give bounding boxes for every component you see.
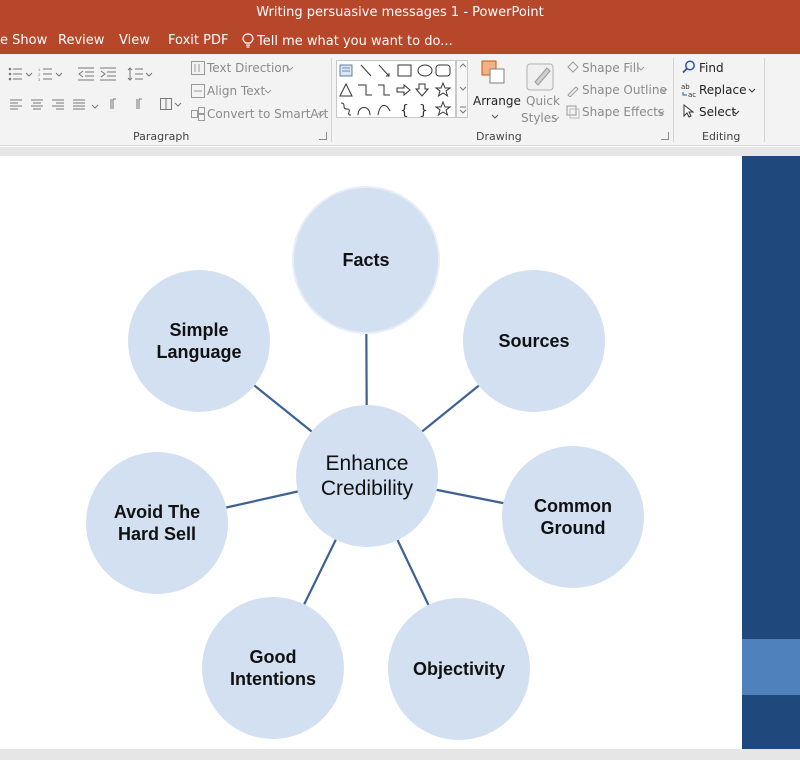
diagram-node-simple-language[interactable]: Simple Language bbox=[128, 270, 270, 412]
dropdown-caret-icon bbox=[264, 89, 272, 94]
group-divider bbox=[673, 58, 674, 142]
tell-me-box[interactable]: Tell me what you want to do... bbox=[242, 33, 453, 49]
convert-smartart-icon bbox=[191, 107, 205, 121]
diagram-node-avoid-hard-sell[interactable]: Avoid The Hard Sell bbox=[86, 452, 228, 594]
replace-button[interactable]: Replace bbox=[699, 83, 746, 97]
group-divider bbox=[764, 58, 765, 142]
shape-effects-button[interactable]: Shape Effects bbox=[582, 105, 664, 119]
dropdown-caret-icon bbox=[552, 116, 560, 121]
shape-outline-button[interactable]: Shape Outline bbox=[582, 83, 667, 97]
node-label: Good Intentions bbox=[230, 647, 316, 689]
svg-text:ab: ab bbox=[681, 83, 690, 91]
slide-workspace: Facts Sources Common Ground Objectivity … bbox=[0, 147, 800, 760]
quick-styles-icon bbox=[526, 63, 554, 91]
title-bar: Writing persuasive messages 1 - PowerPoi… bbox=[0, 0, 800, 54]
node-label: Objectivity bbox=[412, 659, 506, 679]
tab-view[interactable]: View bbox=[119, 33, 150, 48]
drawing-dialog-launcher[interactable] bbox=[661, 132, 669, 140]
node-label: Common Ground bbox=[534, 496, 612, 538]
smartart-columns-icon[interactable] bbox=[160, 98, 184, 110]
next-slide-accent-band bbox=[742, 639, 800, 695]
ltr-direction-icon[interactable] bbox=[109, 98, 123, 110]
diagram-node-facts[interactable]: Facts bbox=[294, 188, 438, 332]
convert-smartart-button[interactable]: Convert to SmartArt bbox=[207, 107, 328, 121]
arrange-icon bbox=[481, 60, 505, 84]
select-cursor-icon bbox=[683, 104, 695, 118]
svg-text:{: { bbox=[400, 103, 409, 119]
connector-line[interactable] bbox=[303, 539, 337, 605]
node-label: Facts bbox=[342, 250, 390, 270]
align-text-icon bbox=[191, 84, 205, 98]
tab-review[interactable]: Review bbox=[58, 33, 104, 48]
connector-line[interactable] bbox=[396, 539, 430, 606]
diagram-node-common-ground[interactable]: Common Ground bbox=[502, 446, 644, 588]
node-label: Avoid The Hard Sell bbox=[113, 502, 201, 544]
connector-line[interactable] bbox=[226, 490, 298, 509]
align-left-icon[interactable] bbox=[10, 99, 22, 110]
ribbon: 123 Text Direction Align Text Convert to… bbox=[0, 54, 800, 146]
paragraph-dialog-launcher[interactable] bbox=[319, 132, 327, 140]
diagram-node-objectivity[interactable]: Objectivity bbox=[388, 598, 530, 740]
document-title: Writing persuasive messages 1 - PowerPoi… bbox=[256, 5, 544, 20]
group-divider bbox=[331, 58, 332, 142]
find-button[interactable]: Find bbox=[699, 61, 724, 75]
text-direction-button[interactable]: Text Direction bbox=[207, 61, 289, 75]
editing-group-label: Editing bbox=[702, 130, 741, 143]
paragraph-group-label: Paragraph bbox=[133, 130, 190, 143]
shape-outline-icon bbox=[567, 86, 579, 97]
dropdown-caret-icon bbox=[491, 114, 499, 119]
gallery-more-icon bbox=[459, 63, 467, 114]
dropdown-caret-icon bbox=[748, 88, 756, 93]
select-button[interactable]: Select bbox=[699, 105, 736, 119]
numbering-icon[interactable]: 123 bbox=[38, 67, 66, 81]
svg-text:}: } bbox=[419, 103, 428, 119]
rtl-direction-icon[interactable] bbox=[129, 98, 143, 110]
diagram-node-sources[interactable]: Sources bbox=[463, 270, 605, 412]
powerpoint-window: Writing persuasive messages 1 - PowerPoi… bbox=[0, 0, 800, 760]
node-label: Simple Language bbox=[156, 320, 242, 362]
align-right-icon[interactable] bbox=[52, 99, 64, 110]
slide-canvas[interactable]: Facts Sources Common Ground Objectivity … bbox=[0, 156, 742, 749]
svg-text:ac: ac bbox=[688, 91, 696, 98]
arrange-button[interactable]: Arrange bbox=[473, 94, 521, 108]
shape-effects-icon bbox=[566, 105, 580, 119]
align-text-button[interactable]: Align Text bbox=[207, 84, 265, 98]
shape-fill-icon bbox=[567, 61, 579, 73]
shape-fill-button[interactable]: Shape Fill bbox=[582, 61, 639, 75]
dropdown-caret-icon bbox=[657, 110, 665, 115]
node-label: Sources bbox=[498, 331, 570, 351]
bullets-icon[interactable] bbox=[8, 67, 36, 81]
dropdown-caret-icon bbox=[637, 66, 645, 71]
dropdown-caret-icon bbox=[732, 110, 740, 115]
dropdown-caret-icon bbox=[660, 88, 668, 93]
diagram-node-good-intentions[interactable]: Good Intentions bbox=[202, 597, 344, 739]
shapes-gallery-scroll[interactable] bbox=[456, 60, 468, 118]
center-node-label: Enhance Credibility bbox=[320, 452, 414, 500]
connector-line[interactable] bbox=[253, 384, 313, 433]
quick-styles-line1[interactable]: Quick bbox=[526, 94, 560, 108]
diagram-center-node[interactable]: Enhance Credibility bbox=[296, 405, 438, 547]
dropdown-caret-icon bbox=[317, 112, 325, 117]
tell-me-label: Tell me what you want to do... bbox=[257, 34, 453, 49]
columns-icon[interactable] bbox=[90, 99, 106, 110]
justify-icon[interactable] bbox=[73, 99, 85, 110]
tab-slide-show[interactable]: e Show bbox=[0, 33, 47, 48]
shapes-gallery-icons: { } bbox=[339, 64, 452, 119]
drawing-group-label: Drawing bbox=[476, 130, 522, 143]
decrease-indent-icon[interactable] bbox=[78, 67, 94, 81]
connector-line[interactable] bbox=[421, 384, 480, 433]
align-center-icon[interactable] bbox=[31, 99, 43, 110]
svg-text:3: 3 bbox=[38, 77, 41, 81]
line-spacing-icon[interactable] bbox=[127, 67, 155, 81]
connector-line[interactable] bbox=[436, 488, 504, 505]
replace-icon: ab ac bbox=[681, 83, 696, 98]
text-direction-icon bbox=[191, 61, 205, 75]
dropdown-caret-icon bbox=[286, 66, 294, 71]
increase-indent-icon[interactable] bbox=[100, 67, 116, 81]
tab-foxit-pdf[interactable]: Foxit PDF bbox=[168, 33, 228, 48]
lightbulb-icon bbox=[242, 33, 254, 48]
shapes-gallery[interactable]: { } bbox=[336, 60, 456, 119]
find-icon bbox=[682, 60, 695, 74]
